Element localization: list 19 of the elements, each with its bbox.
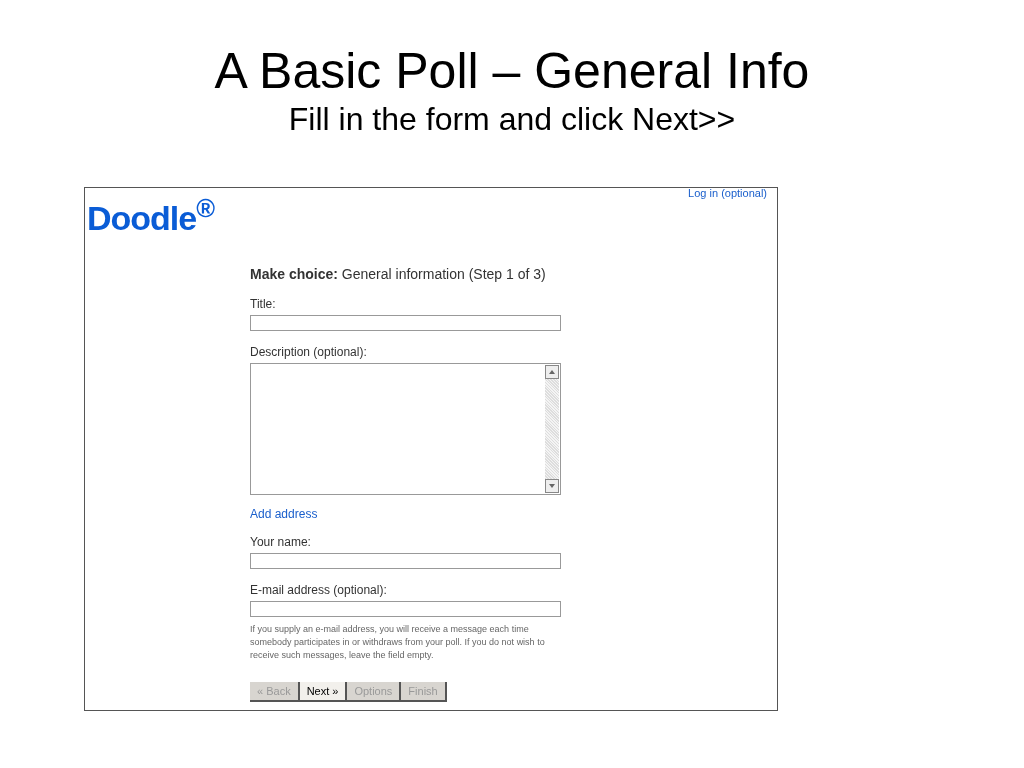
field-label: Your name: [250, 535, 312, 549]
text-area[interactable] [250, 363, 561, 495]
text-field[interactable] [250, 553, 561, 569]
scroll-down-icon[interactable] [545, 479, 559, 493]
slide-subtitle: Fill in the form and click Next>> [288, 100, 736, 138]
doodle-logo: Doodle$^{®}$ [87, 200, 214, 236]
text-field[interactable] [250, 315, 561, 331]
add-address-link[interactable]: Add address [250, 507, 318, 521]
scroll-up-icon[interactable] [545, 365, 559, 379]
field-label: Description (optional): [250, 345, 368, 359]
login-link[interactable]: Log in (optional) [688, 186, 767, 200]
field-label: Title: [250, 297, 277, 311]
help-text: If you supply an e-mail address, you will receive a message each time somebody participates in or withdraws from your poll. If you do not wish to receive such messages, leave the field empty. [250, 623, 546, 662]
form-heading: Make choice: General information (Step 1 of 3) [250, 265, 547, 283]
field-label: E-mail address (optional): [250, 583, 388, 597]
text-field[interactable] [250, 601, 561, 617]
slide-title: A Basic Poll – General Info [214, 42, 810, 100]
wizard-button[interactable]: Next » [299, 682, 348, 702]
scrollbar[interactable] [545, 365, 559, 493]
